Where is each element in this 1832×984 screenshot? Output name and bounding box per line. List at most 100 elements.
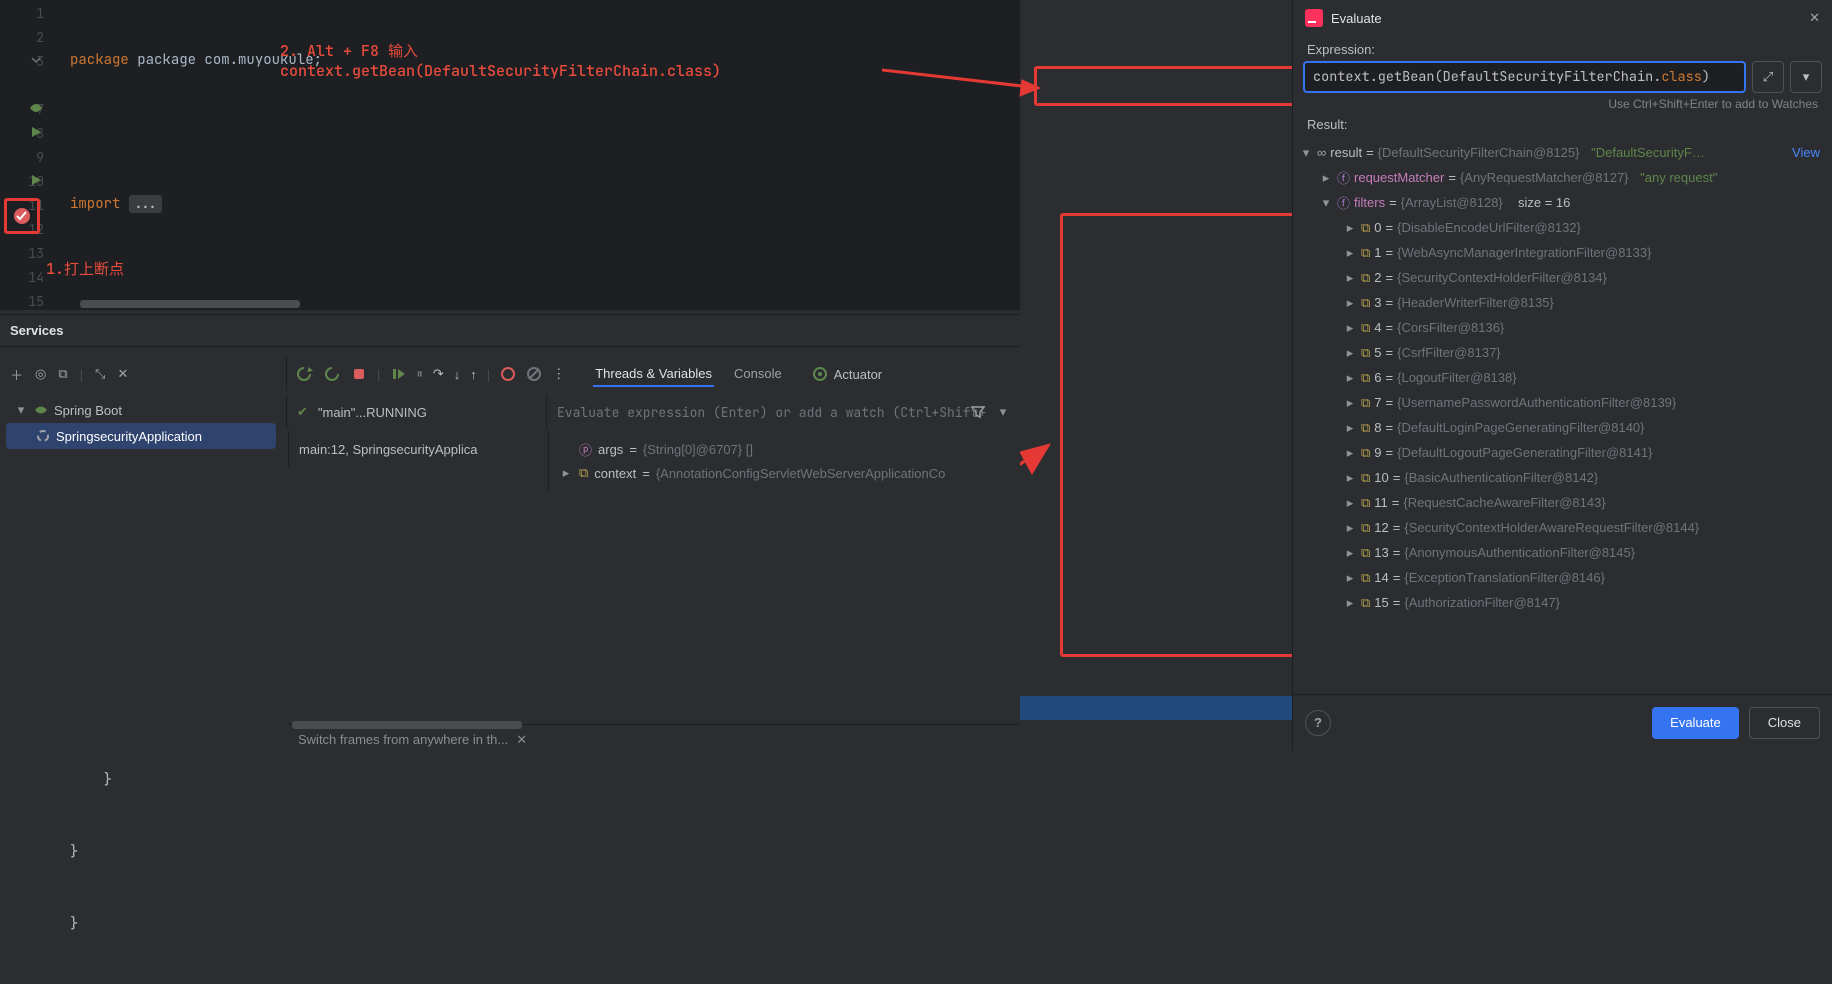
resume-icon[interactable] [390, 366, 406, 382]
spring-boot-node[interactable]: ▾ Spring Boot [6, 397, 276, 423]
element-icon: ⧉ [1361, 320, 1370, 336]
list-item[interactable]: ▸⧉ 1 = {WebAsyncManagerIntegrationFilter… [1299, 240, 1826, 265]
glasses-icon: ∞ [1317, 145, 1326, 160]
element-icon: ⧉ [1361, 245, 1370, 261]
spinner-icon [36, 429, 50, 443]
actuator-icon [812, 366, 828, 382]
collapse-icon[interactable]: ⤡ [95, 366, 105, 382]
tab-console[interactable]: Console [732, 362, 784, 387]
view-link[interactable]: View [1792, 145, 1826, 160]
leaf-icon [34, 403, 48, 417]
history-dropdown-icon[interactable]: ▾ [1790, 61, 1822, 93]
list-item[interactable]: ▸⧉ 2 = {SecurityContextHolderFilter@8134… [1299, 265, 1826, 290]
element-icon: ⧉ [1361, 545, 1370, 561]
mute-breakpoints-icon[interactable] [526, 366, 542, 382]
pause-icon[interactable]: ⏸ [416, 366, 423, 382]
tab-threads-variables[interactable]: Threads & Variables [593, 362, 714, 387]
debug-toolbar: | ⏸ ↷ ↓ ↑ | ⋮ Threads & Variables Consol… [286, 357, 1020, 391]
run-gutter-icon[interactable] [28, 172, 44, 188]
evaluate-expression-input[interactable]: Evaluate expression (Enter) or add a wat… [546, 395, 1020, 429]
expand-icon[interactable]: ⤢ [1752, 61, 1784, 93]
step-out-icon[interactable]: ↑ [470, 367, 477, 382]
variable-row[interactable]: ⓟ args = {String[0]@6707} [] [559, 437, 1010, 461]
result-label: Result: [1293, 111, 1832, 136]
leaf-icon [28, 100, 44, 116]
tab-actuator[interactable]: Actuator [812, 366, 882, 382]
element-icon: ⧉ [1361, 570, 1370, 586]
list-item[interactable]: ▸⧉ 8 = {DefaultLoginPageGeneratingFilter… [1299, 415, 1826, 440]
intellij-icon [1305, 9, 1323, 27]
services-toolbar: ＋ ◎ ⧉ | ⤡ ✕ [0, 357, 280, 391]
annotation-step2: 2. Alt + F8 输入 context.getBean(DefaultSe… [280, 40, 721, 81]
h-scrollbar[interactable] [292, 721, 522, 729]
object-icon: ⧉ [579, 465, 588, 481]
evaluate-button[interactable]: Evaluate [1652, 707, 1739, 739]
field-icon: ⓕ [1337, 193, 1350, 212]
field-node[interactable]: ▸ ⓕ requestMatcher = {AnyRequestMatcher@… [1299, 165, 1826, 190]
variables-pane[interactable]: ⓟ args = {String[0]@6707} [] ▸ ⧉ context… [548, 431, 1020, 491]
field-node[interactable]: ▾ ⓕ filters = {ArrayList@8128} size = 16 [1299, 190, 1826, 215]
list-item[interactable]: ▸⧉ 4 = {CorsFilter@8136} [1299, 315, 1826, 340]
result-node[interactable]: ▾ ∞ result = {DefaultSecurityFilterChain… [1299, 140, 1826, 165]
running-app-node[interactable]: SpringsecurityApplication [6, 423, 276, 449]
list-item[interactable]: ▸⧉ 7 = {UsernamePasswordAuthenticationFi… [1299, 390, 1826, 415]
add-watch-hint: Use Ctrl+Shift+Enter to add to Watches [1293, 93, 1832, 111]
expression-input[interactable]: context.getBean(DefaultSecurityFilterCha… [1303, 61, 1746, 93]
field-icon: ⓕ [1337, 168, 1350, 187]
list-item[interactable]: ▸⧉ 3 = {HeaderWriterFilter@8135} [1299, 290, 1826, 315]
list-item[interactable]: ▸⧉ 5 = {CsrfFilter@8137} [1299, 340, 1826, 365]
list-item[interactable]: ▸⧉ 12 = {SecurityContextHolderAwareReque… [1299, 515, 1826, 540]
close-icon[interactable]: ✕ [1809, 10, 1820, 26]
rerun-debug-icon[interactable] [323, 365, 341, 383]
evaluate-panel: Evaluate ✕ Expression: context.getBean(D… [1292, 0, 1832, 750]
element-icon: ⧉ [1361, 495, 1370, 511]
close-hint-icon[interactable]: ✕ [516, 732, 527, 748]
element-icon: ⧉ [1361, 220, 1370, 236]
element-icon: ⧉ [1361, 295, 1370, 311]
element-icon: ⧉ [1361, 270, 1370, 286]
annotation-step1: 1.打上断点 [46, 258, 124, 279]
run-gutter-icon[interactable] [28, 124, 44, 140]
fold-icon[interactable] [28, 52, 44, 68]
list-item[interactable]: ▸⧉ 6 = {LogoutFilter@8138} [1299, 365, 1826, 390]
variable-row[interactable]: ▸ ⧉ context = {AnnotationConfigServletWe… [559, 461, 1010, 485]
stop-icon[interactable] [351, 366, 367, 382]
close-icon[interactable]: ✕ [117, 366, 128, 382]
list-item[interactable]: ▸⧉ 14 = {ExceptionTranslationFilter@8146… [1299, 565, 1826, 590]
list-item[interactable]: ▸⧉ 13 = {AnonymousAuthenticationFilter@8… [1299, 540, 1826, 565]
add-icon[interactable]: ＋ [10, 365, 23, 384]
services-tree[interactable]: ▾ Spring Boot SpringsecurityApplication [6, 397, 276, 449]
annotation-arrow [882, 50, 1042, 100]
element-icon: ⧉ [1361, 520, 1370, 536]
layout-icon[interactable]: ⧉ [58, 366, 67, 382]
rerun-icon[interactable] [295, 365, 313, 383]
element-icon: ⧉ [1361, 345, 1370, 361]
services-title: Services [0, 315, 1020, 347]
element-icon: ⧉ [1361, 445, 1370, 461]
evaluate-header: Evaluate ✕ [1293, 0, 1832, 36]
list-item[interactable]: ▸⧉ 11 = {RequestCacheAwareFilter@8143} [1299, 490, 1826, 515]
help-icon[interactable]: ? [1305, 710, 1331, 736]
step-over-icon[interactable]: ↷ [433, 366, 444, 382]
element-icon: ⧉ [1361, 470, 1370, 486]
more-icon[interactable]: ⋮ [552, 366, 565, 382]
services-panel: Services ＋ ◎ ⧉ | ⤡ ✕ ▾ Spring Boot Sprin… [0, 314, 1020, 754]
list-item[interactable]: ▸⧉ 9 = {DefaultLogoutPageGeneratingFilte… [1299, 440, 1826, 465]
result-tree[interactable]: ▾ ∞ result = {DefaultSecurityFilterChain… [1293, 136, 1832, 694]
step-into-icon[interactable]: ↓ [454, 367, 461, 382]
view-breakpoints-icon[interactable] [500, 366, 516, 382]
param-icon: ⓟ [579, 440, 592, 459]
eye-icon[interactable]: ◎ [35, 366, 46, 382]
stack-frames[interactable]: main:12, SpringsecurityApplica [288, 431, 538, 467]
expression-label: Expression: [1293, 36, 1832, 61]
close-button[interactable]: Close [1749, 707, 1820, 739]
element-icon: ⧉ [1361, 420, 1370, 436]
element-icon: ⧉ [1361, 595, 1370, 611]
stack-frame[interactable]: main:12, SpringsecurityApplica [299, 437, 528, 461]
list-item[interactable]: ▸⧉ 0 = {DisableEncodeUrlFilter@8132} [1299, 215, 1826, 240]
element-icon: ⧉ [1361, 395, 1370, 411]
list-item[interactable]: ▸⧉ 15 = {AuthorizationFilter@8147} [1299, 590, 1826, 615]
h-scrollbar[interactable] [80, 300, 300, 308]
list-item[interactable]: ▸⧉ 10 = {BasicAuthenticationFilter@8142} [1299, 465, 1826, 490]
evaluate-footer: ? Evaluate Close [1293, 694, 1832, 750]
